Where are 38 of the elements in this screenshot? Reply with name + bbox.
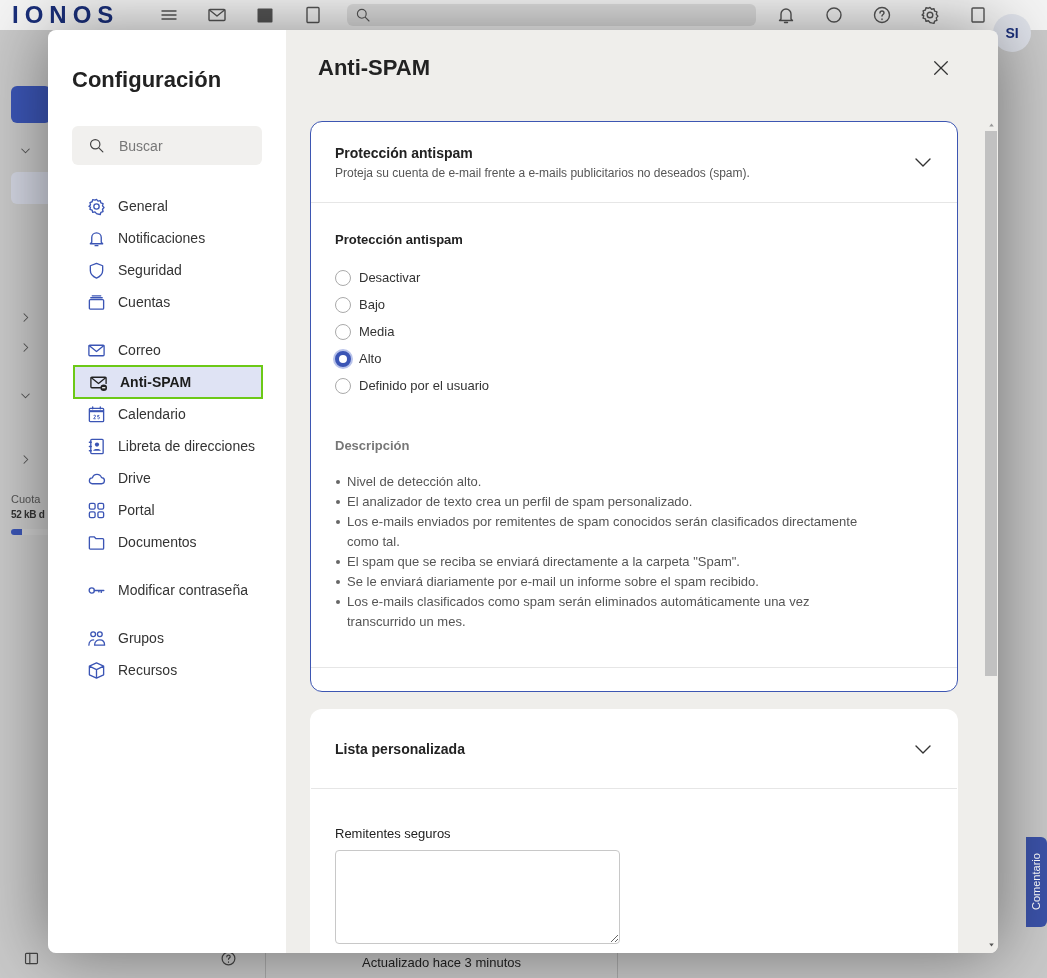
section-subtitle: Proteja su cuenta de e-mail frente a e-mails publicitarios no deseados (spam).: [335, 165, 750, 181]
description-item: Nivel de detección alto.: [347, 473, 483, 491]
description-item: Se le enviará diariamente por e-mail un informe sobre el spam recibido.: [347, 573, 760, 591]
nav-item[interactable]: Notificaciones: [72, 222, 262, 254]
nav-item[interactable]: Seguridad: [72, 254, 262, 286]
description-item: Los e-mails enviados por remitentes de spam conocidos serán clasificados directamente como tal.: [347, 513, 859, 551]
radio-option[interactable]: Bajo: [335, 291, 933, 318]
nav-item[interactable]: Calendario: [72, 398, 262, 430]
quota-label: Cuota: [11, 492, 41, 506]
field-label: Remitentes seguros: [335, 826, 452, 842]
nav-item[interactable]: Correo: [72, 334, 262, 366]
radio-option[interactable]: Media: [335, 318, 933, 345]
nav-item[interactable]: Portal: [72, 494, 262, 526]
description-item: Los e-mails clasificados como spam serán eliminados automáticamente una vez transcurrido un mes.: [347, 593, 811, 631]
dialog-title: Configuración: [72, 66, 223, 94]
nav-item[interactable]: Modificar contraseña: [72, 574, 262, 606]
radio-option[interactable]: Desactivar: [335, 264, 933, 291]
nav-item[interactable]: Anti-SPAM: [74, 366, 262, 398]
nav-item[interactable]: Cuentas: [72, 286, 262, 318]
logo: IONOS: [12, 2, 120, 28]
nav-item[interactable]: Grupos: [72, 622, 262, 654]
feedback-tab[interactable]: Comentario: [1026, 837, 1047, 927]
description-item: El spam que se reciba se enviará directamente a la carpeta "Spam".: [347, 553, 741, 571]
description-item: El analizador de texto crea un perfil de spam personalizado.: [347, 493, 694, 511]
section-title: Protección antispam: [335, 143, 474, 162]
nav-item[interactable]: Libreta de direcciones: [72, 430, 262, 462]
radio-option[interactable]: Definido por el usuario: [335, 372, 933, 399]
section-title: Lista personalizada: [335, 740, 465, 758]
radio-option[interactable]: Alto: [335, 345, 933, 372]
search-field[interactable]: Buscar: [72, 126, 262, 165]
field-label: Protección antispam: [335, 232, 464, 248]
nav-item[interactable]: General: [72, 190, 262, 222]
dialog-heading: Anti-SPAM: [318, 54, 431, 82]
nav-item[interactable]: Drive: [72, 462, 262, 494]
nav-item[interactable]: Documentos: [72, 526, 262, 558]
nav-item[interactable]: Recursos: [72, 654, 262, 686]
description-label: Descripción: [335, 438, 411, 454]
status-text: Actualizado hace 3 minutos: [362, 955, 521, 971]
